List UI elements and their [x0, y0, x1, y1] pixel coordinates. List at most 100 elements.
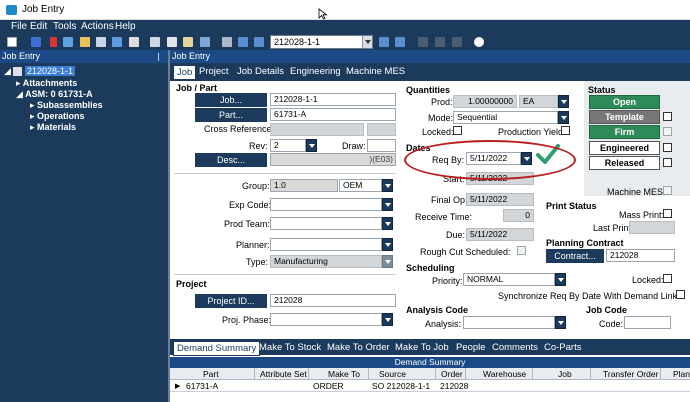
prod-quantity-field[interactable]: 1.00000000	[453, 95, 517, 108]
delete-icon[interactable]	[50, 37, 57, 47]
chevron-down-icon[interactable]	[362, 36, 372, 48]
last-record-icon[interactable]	[395, 37, 405, 47]
planning-locked-checkbox[interactable]	[663, 274, 672, 283]
tab-people[interactable]: People	[456, 342, 486, 353]
folder-icon[interactable]	[80, 37, 90, 47]
template-status-button[interactable]: Template	[589, 110, 660, 124]
collapse-icon[interactable]: ◢	[4, 66, 11, 76]
column-header-warehouse[interactable]: Warehouse	[483, 369, 526, 379]
table-row[interactable]: ▶ 61731-A ORDER SO 212028-1-1 212028	[170, 380, 690, 392]
cut-icon[interactable]	[150, 37, 160, 47]
exp-code-field[interactable]	[270, 198, 382, 211]
part-button[interactable]: Part...	[195, 108, 267, 122]
tab-engineering[interactable]: Engineering	[290, 66, 341, 77]
tree-root-row[interactable]: ◢ 212028-1-1	[4, 66, 75, 77]
menu-actions[interactable]: Actions	[81, 21, 114, 32]
column-header-order[interactable]: Order	[441, 369, 463, 379]
part-field[interactable]: 61731-A	[270, 108, 396, 121]
first-record-icon[interactable]	[238, 37, 248, 47]
tree-item-attachments[interactable]: ▸ Attachments	[16, 78, 77, 89]
save-icon[interactable]	[31, 37, 41, 47]
template-checkbox[interactable]	[663, 112, 672, 121]
tab-job[interactable]: Job	[173, 65, 197, 80]
description-button[interactable]: Desc...	[195, 153, 267, 167]
prod-team-field[interactable]	[270, 217, 382, 230]
priority-field[interactable]: NORMAL	[463, 273, 555, 286]
cell-order[interactable]: 212028	[440, 381, 468, 391]
tab-machine-mes[interactable]: Machine MES	[346, 66, 405, 77]
engineered-status-button[interactable]: Engineered	[589, 141, 660, 155]
tab-comments[interactable]: Comments	[492, 342, 538, 353]
column-header-make-to[interactable]: Make To	[328, 369, 360, 379]
planner-dropdown-button[interactable]	[382, 238, 393, 251]
tab-make-to-order[interactable]: Make To Order	[327, 342, 390, 353]
tab-co-parts[interactable]: Co-Parts	[544, 342, 581, 353]
refresh-icon[interactable]	[474, 37, 484, 47]
cell-part[interactable]: 61731-A	[186, 381, 218, 391]
mode-dropdown-button[interactable]	[558, 111, 569, 124]
cross-reference-field[interactable]	[270, 123, 364, 136]
analysis-dropdown-button[interactable]	[555, 316, 566, 329]
locked-checkbox[interactable]	[453, 126, 462, 135]
open-book-icon[interactable]	[63, 37, 73, 47]
tab-project[interactable]: Project	[199, 66, 229, 77]
column-header-job[interactable]: Job	[558, 369, 572, 379]
attach-icon[interactable]	[112, 37, 122, 47]
tree-item-operations[interactable]: ▸ Operations	[30, 111, 85, 122]
mass-print-checkbox[interactable]	[663, 209, 672, 218]
collapse-icon[interactable]: ◢	[16, 89, 23, 99]
released-status-button[interactable]: Released	[589, 156, 660, 170]
pin-icon[interactable]: ❘	[155, 50, 162, 63]
draw-field[interactable]	[367, 139, 396, 152]
new-icon[interactable]	[7, 37, 17, 47]
engineered-checkbox[interactable]	[663, 143, 672, 152]
search-icon[interactable]	[222, 37, 232, 47]
cell-make-to[interactable]: ORDER	[313, 381, 344, 391]
column-header-part[interactable]: Part	[203, 369, 219, 379]
menu-help[interactable]: Help	[115, 21, 136, 32]
type-field[interactable]: Manufacturing	[270, 255, 382, 268]
job-navigation-combo[interactable]: 212028-1-1	[270, 35, 373, 49]
priority-dropdown-button[interactable]	[555, 273, 566, 286]
tree-item-subassemblies[interactable]: ▸ Subassemblies	[30, 100, 103, 111]
expand-icon[interactable]: ▸	[30, 100, 35, 110]
group-field[interactable]: 1.0	[270, 179, 338, 192]
paste-icon[interactable]	[183, 37, 193, 47]
production-yield-checkbox[interactable]	[561, 126, 570, 135]
column-header-source[interactable]: Source	[379, 369, 406, 379]
cell-source[interactable]: SO 212028-1-1	[372, 381, 430, 391]
uom-dropdown-button[interactable]	[558, 95, 569, 108]
project-id-button[interactable]: Project ID...	[195, 294, 267, 308]
next-record-icon[interactable]	[379, 37, 389, 47]
group-dropdown-button[interactable]	[382, 179, 393, 192]
column-header-transfer-order[interactable]: Transfer Order	[603, 369, 658, 379]
tree-item-assembly[interactable]: ◢ ASM: 0 61731-A	[16, 89, 93, 100]
previous-record-icon[interactable]	[254, 37, 264, 47]
tab-demand-summary[interactable]: Demand Summary	[173, 341, 261, 356]
firm-status-button[interactable]: Firm	[589, 125, 660, 139]
tree-item-materials[interactable]: ▸ Materials	[30, 122, 76, 133]
proj-phase-dropdown-button[interactable]	[382, 313, 393, 326]
analysis-field[interactable]	[463, 316, 555, 329]
expand-icon[interactable]: ▸	[30, 122, 35, 132]
contract-button[interactable]: Contract...	[546, 249, 604, 263]
tab-make-to-job[interactable]: Make To Job	[395, 342, 449, 353]
sync-req-by-checkbox[interactable]	[676, 290, 685, 299]
proj-phase-field[interactable]	[270, 313, 382, 326]
tree-root-label[interactable]: 212028-1-1	[24, 66, 75, 76]
undo-icon[interactable]	[200, 37, 210, 47]
open-status-button[interactable]: Open	[589, 95, 660, 109]
job-field[interactable]: 212028-1-1	[270, 93, 396, 106]
column-header-plant[interactable]: Plant	[673, 369, 690, 379]
tab-make-to-stock[interactable]: Make To Stock	[259, 342, 321, 353]
job-button[interactable]: Job...	[195, 93, 267, 107]
window-icon[interactable]	[96, 37, 106, 47]
project-id-field[interactable]: 212028	[270, 294, 396, 307]
expand-icon[interactable]: ▸	[16, 78, 21, 88]
copy-icon[interactable]	[167, 37, 177, 47]
menu-tools[interactable]: Tools	[53, 21, 76, 32]
clear-icon[interactable]	[129, 37, 139, 47]
prod-team-dropdown-button[interactable]	[382, 217, 393, 230]
rev-dropdown-button[interactable]	[306, 139, 317, 152]
mode-field[interactable]: Sequential	[453, 111, 558, 124]
